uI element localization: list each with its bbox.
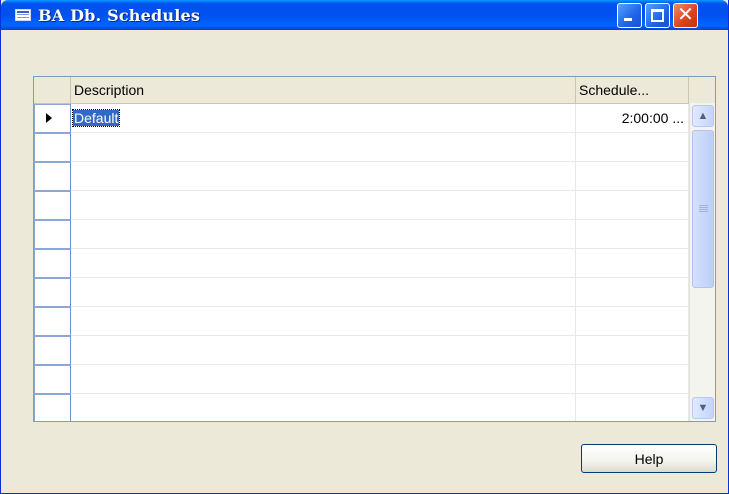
- minimize-icon: [624, 18, 632, 21]
- schedule-cell[interactable]: [576, 220, 689, 249]
- maximize-button[interactable]: [645, 3, 670, 28]
- description-cell[interactable]: [71, 365, 576, 394]
- schedules-window: BA Db. Schedules ✕ Description Schedule.…: [0, 0, 729, 494]
- grip-icon: [699, 205, 708, 213]
- description-cell[interactable]: [71, 278, 576, 307]
- title-bar[interactable]: BA Db. Schedules ✕: [1, 0, 728, 30]
- scroll-down-button[interactable]: ▼: [692, 397, 714, 419]
- description-cell[interactable]: [71, 191, 576, 220]
- description-cell[interactable]: [71, 249, 576, 278]
- row-selector[interactable]: [34, 191, 71, 220]
- description-cell[interactable]: [71, 394, 576, 421]
- close-button[interactable]: ✕: [673, 2, 698, 28]
- schedule-cell[interactable]: [576, 307, 689, 336]
- description-cell[interactable]: [71, 162, 576, 191]
- vertical-scrollbar[interactable]: ▲ ▼: [689, 103, 715, 421]
- row-selector[interactable]: [34, 249, 71, 278]
- schedule-cell[interactable]: [576, 278, 689, 307]
- scroll-up-button[interactable]: ▲: [692, 105, 714, 127]
- schedules-grid[interactable]: Description Schedule... Default 2:00:00 .…: [33, 76, 716, 422]
- schedule-cell[interactable]: [576, 133, 689, 162]
- schedule-cell[interactable]: 2:00:00 ...: [576, 104, 689, 133]
- maximize-icon: [651, 9, 664, 22]
- chevron-down-icon: ▼: [697, 402, 709, 414]
- row-selector[interactable]: [34, 336, 71, 365]
- table-icon: [15, 9, 31, 21]
- help-button[interactable]: Help: [581, 444, 717, 473]
- column-header-schedule[interactable]: Schedule...: [576, 77, 689, 103]
- row-selector[interactable]: [34, 278, 71, 307]
- schedule-value: 2:00:00 ...: [621, 110, 684, 126]
- description-cell[interactable]: [71, 220, 576, 249]
- row-selector[interactable]: [34, 133, 71, 162]
- window-title: BA Db. Schedules: [38, 6, 201, 25]
- row-selector[interactable]: [34, 220, 71, 249]
- row-selector-header[interactable]: [34, 77, 71, 103]
- row-selector[interactable]: [34, 394, 71, 421]
- row-selector[interactable]: [34, 365, 71, 394]
- description-cell[interactable]: [71, 133, 576, 162]
- schedule-cell[interactable]: [576, 336, 689, 365]
- schedule-cell[interactable]: [576, 249, 689, 278]
- scroll-thumb[interactable]: [692, 130, 714, 288]
- row-selector[interactable]: [34, 307, 71, 336]
- schedule-cell[interactable]: [576, 394, 689, 421]
- schedule-cell[interactable]: [576, 162, 689, 191]
- grid-header: Description Schedule...: [34, 77, 715, 104]
- minimize-button[interactable]: [617, 3, 642, 28]
- column-header-description[interactable]: Description: [71, 77, 576, 103]
- chevron-up-icon: ▲: [697, 110, 709, 122]
- description-cell[interactable]: [71, 307, 576, 336]
- current-row-indicator[interactable]: [34, 104, 71, 133]
- close-icon: ✕: [677, 2, 694, 26]
- description-cell[interactable]: Default: [71, 104, 576, 133]
- description-cell[interactable]: [71, 336, 576, 365]
- schedule-cell[interactable]: [576, 191, 689, 220]
- description-value: Default: [71, 109, 121, 127]
- row-selector[interactable]: [34, 162, 71, 191]
- schedule-cell[interactable]: [576, 365, 689, 394]
